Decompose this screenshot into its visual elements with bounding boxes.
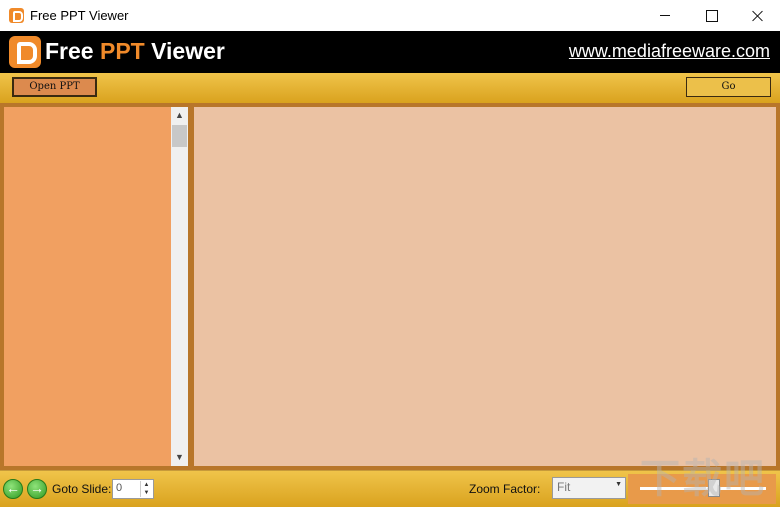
minimize-button[interactable] <box>642 0 688 31</box>
ppt-app-icon <box>9 8 24 23</box>
zoom-slider-track[interactable] <box>640 487 766 490</box>
goto-slide-input[interactable]: 0 ▲ ▼ <box>112 479 154 499</box>
arrow-left-icon: ← <box>6 480 20 496</box>
spin-up-icon[interactable]: ▲ <box>140 481 152 489</box>
zoom-factor-value: Fit <box>557 480 571 494</box>
banner-title-viewer: Viewer <box>144 38 225 64</box>
website-link[interactable]: www.mediafreeware.com <box>569 41 770 62</box>
open-ppt-button[interactable]: Open PPT <box>12 77 97 97</box>
zoom-factor-select[interactable]: Fit ▼ <box>552 477 626 499</box>
title-bar: Free PPT Viewer <box>0 0 780 31</box>
previous-slide-button[interactable]: ← <box>3 479 23 499</box>
scroll-down-arrow-icon[interactable]: ▼ <box>171 449 188 466</box>
ppt-logo-icon <box>9 36 41 68</box>
zoom-factor-label: Zoom Factor: <box>469 482 541 496</box>
chevron-down-icon: ▼ <box>615 481 622 488</box>
app-banner: Free PPT Viewer www.mediafreeware.com <box>0 31 780 73</box>
bottom-bar: ← → Goto Slide: 0 ▲ ▼ Zoom Factor: Fit ▼ <box>0 470 780 507</box>
next-slide-button[interactable]: → <box>27 479 47 499</box>
spin-down-icon[interactable]: ▼ <box>140 489 152 497</box>
banner-title-ppt: PPT <box>99 38 145 64</box>
arrow-right-icon: → <box>30 480 44 496</box>
goto-slide-value: 0 <box>116 482 123 494</box>
scroll-thumb[interactable] <box>172 125 187 147</box>
close-button[interactable] <box>734 0 780 31</box>
banner-title-free: Free <box>45 38 100 64</box>
goto-slide-label: Goto Slide: <box>52 482 112 496</box>
toolbar: Open PPT Go <box>0 73 780 103</box>
slide-list-scrollbar[interactable]: ▲ ▼ <box>171 107 188 466</box>
slide-viewer[interactable] <box>194 107 776 466</box>
maximize-button[interactable] <box>688 0 734 31</box>
banner-title: Free PPT Viewer <box>45 38 225 65</box>
go-button[interactable]: Go <box>686 77 771 97</box>
slide-thumbnail-list[interactable] <box>4 107 171 466</box>
zoom-slider-thumb[interactable] <box>708 479 720 497</box>
scroll-up-arrow-icon[interactable]: ▲ <box>171 107 188 124</box>
main-frame: ▲ ▼ <box>0 103 780 470</box>
window-title: Free PPT Viewer <box>30 8 129 23</box>
